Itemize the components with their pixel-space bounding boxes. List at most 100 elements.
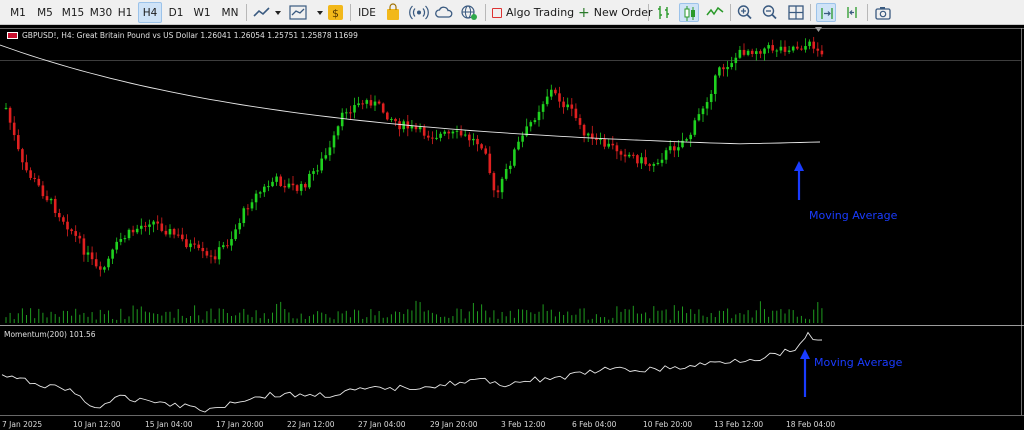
candle-body — [90, 252, 94, 260]
chart-shift-icon[interactable] — [842, 3, 862, 22]
candle-body — [472, 138, 475, 141]
candle-body — [12, 122, 16, 136]
candle-body — [800, 48, 803, 50]
moving-average-annotation: Moving Average — [809, 209, 898, 222]
time-axis-tick: 27 Jan 04:00 — [358, 420, 406, 429]
cloud-icon[interactable] — [434, 3, 454, 22]
toolbar-separator — [350, 4, 351, 21]
timeframe-h1[interactable]: H1 — [113, 2, 137, 23]
candle-body — [812, 41, 815, 49]
candle-body — [578, 118, 582, 125]
time-axis-tick: 15 Jan 04:00 — [145, 420, 193, 429]
indicators-icon[interactable] — [288, 3, 308, 22]
candle-body — [29, 170, 32, 178]
candle-body — [345, 112, 348, 114]
timeframe-m15[interactable]: M15 — [59, 2, 87, 23]
chevron-down-icon[interactable] — [268, 3, 281, 22]
candle-body — [816, 48, 820, 51]
toolbar-separator — [867, 4, 868, 21]
candle-body — [357, 103, 360, 106]
candle-body — [705, 102, 709, 109]
candle-body — [99, 266, 102, 270]
candle-body — [41, 185, 45, 197]
candle-body — [418, 126, 422, 130]
candle-body — [49, 198, 53, 201]
candle-body — [709, 93, 713, 103]
timeframe-m5[interactable]: M5 — [32, 2, 58, 23]
bar-chart-icon[interactable] — [654, 3, 674, 22]
candle-body — [160, 223, 164, 231]
timeframe-w1[interactable]: W1 — [190, 2, 214, 23]
shopping-bag-icon[interactable] — [383, 3, 403, 22]
candle-body — [443, 131, 446, 134]
candle-body — [496, 190, 500, 193]
candle-body — [517, 141, 520, 150]
candle-body — [267, 186, 270, 188]
candle-body — [693, 120, 697, 135]
candle-body — [287, 183, 291, 188]
candle-body — [37, 178, 41, 186]
candle-body — [304, 183, 307, 188]
vps-globe-icon[interactable] — [459, 3, 479, 22]
candle-body — [750, 50, 754, 54]
candle-body — [603, 138, 606, 147]
screenshot-camera-icon[interactable] — [873, 3, 893, 22]
signal-icon[interactable] — [409, 3, 429, 22]
zoom-out-icon[interactable] — [760, 3, 780, 22]
algo-trading-label: Algo Trading — [506, 6, 575, 19]
chevron-down-icon[interactable] — [310, 3, 323, 22]
dollar-icon[interactable]: $ — [325, 3, 345, 22]
candle-body — [455, 130, 459, 132]
time-axis-tick: 10 Feb 20:00 — [643, 420, 693, 429]
candle-body — [656, 162, 660, 165]
candle-body — [771, 45, 774, 51]
candle-body — [4, 107, 8, 109]
candle-body — [17, 135, 20, 150]
new-order-button[interactable]: + New Order — [578, 2, 652, 23]
candle-body — [545, 96, 549, 105]
candle-body — [550, 89, 553, 97]
candle-body — [509, 165, 512, 170]
timeframe-m1[interactable]: M1 — [6, 2, 30, 23]
candle-body — [755, 51, 758, 54]
price-chart[interactable] — [0, 25, 1024, 430]
time-axis-tick: 22 Jan 12:00 — [287, 420, 335, 429]
candle-body — [201, 247, 205, 252]
candle-body — [808, 41, 811, 47]
toolbar-separator — [485, 4, 486, 21]
auto-scroll-icon[interactable] — [816, 3, 836, 22]
candle-body — [435, 137, 438, 139]
candle-body — [209, 255, 213, 257]
candle-body — [185, 239, 188, 248]
candle-body — [283, 186, 287, 188]
algo-trading-button[interactable]: Algo Trading — [492, 2, 574, 23]
candle-body — [714, 75, 717, 94]
zoom-in-icon[interactable] — [735, 3, 755, 22]
candle-body — [115, 241, 118, 250]
candle-body — [238, 223, 241, 230]
candle-body — [62, 217, 65, 222]
candle-body — [689, 134, 692, 140]
candle-body — [250, 202, 254, 209]
candle-body — [422, 126, 426, 136]
candle-body — [804, 46, 807, 50]
candle-body — [558, 93, 561, 102]
candle-body — [759, 51, 762, 54]
candle-body — [386, 112, 389, 120]
timeframe-m30[interactable]: M30 — [87, 2, 115, 23]
timeframe-h4[interactable]: H4 — [138, 2, 162, 23]
candle-body — [775, 50, 779, 52]
candle-body — [74, 231, 77, 236]
timeframe-mn[interactable]: MN — [217, 2, 243, 23]
grid-icon[interactable] — [786, 3, 806, 22]
candlestick-chart-icon[interactable] — [679, 3, 699, 22]
candle-body — [324, 155, 328, 159]
candle-body — [742, 49, 746, 55]
line-mode-icon[interactable] — [705, 3, 725, 22]
candle-body — [660, 159, 664, 163]
timeframe-d1[interactable]: D1 — [164, 2, 188, 23]
ide-button[interactable]: IDE — [355, 2, 379, 23]
toolbar-separator — [730, 4, 731, 21]
candle-body — [463, 134, 467, 136]
candle-body — [537, 111, 541, 121]
